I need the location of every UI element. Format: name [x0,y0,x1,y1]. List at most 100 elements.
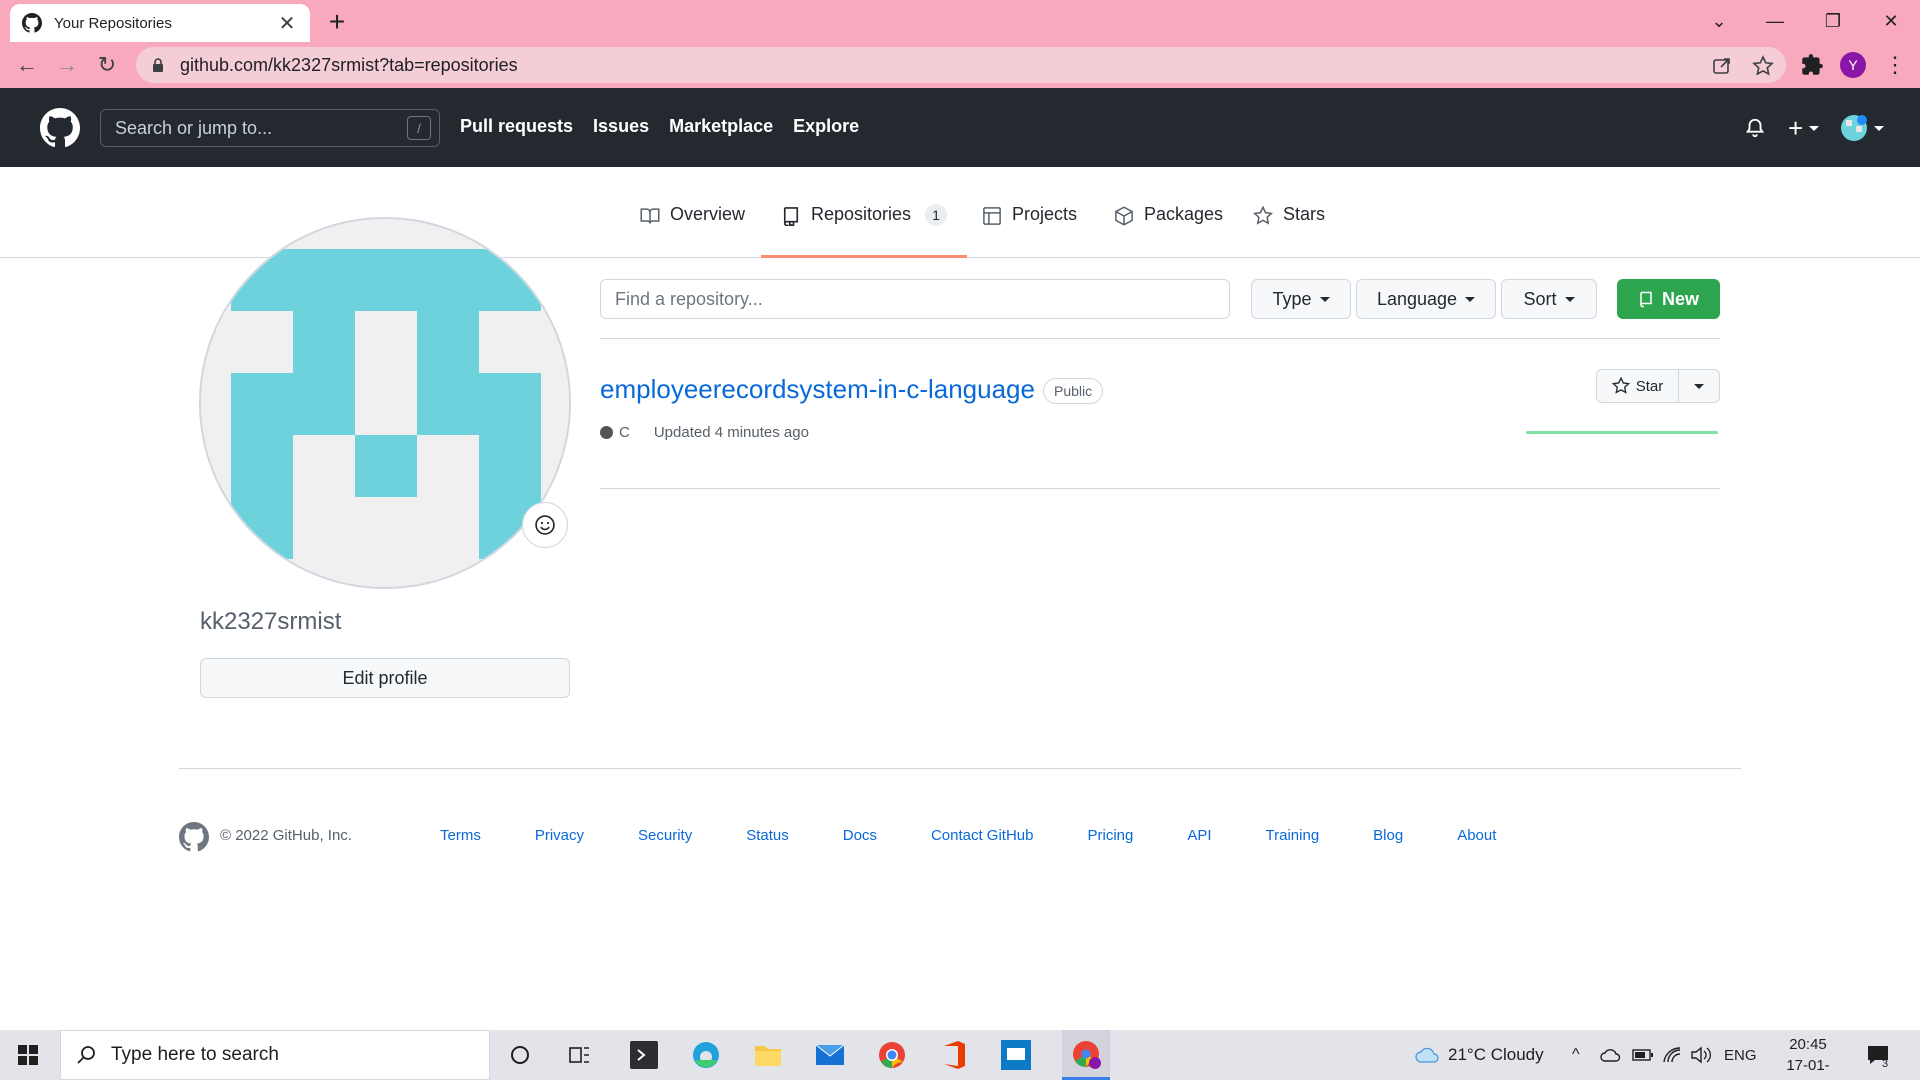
chrome-active-app-icon[interactable] [1062,1030,1110,1080]
type-filter-dropdown[interactable]: Type [1251,279,1351,319]
footer-link-training[interactable]: Training [1266,827,1320,844]
search-placeholder: Search or jump to... [115,117,273,138]
footer-link-privacy[interactable]: Privacy [535,827,584,844]
nav-explore[interactable]: Explore [793,116,859,137]
extensions-icon[interactable] [1799,52,1825,78]
edge-browser-icon[interactable] [690,1039,722,1071]
github-search-input[interactable]: Search or jump to... / [100,109,440,147]
close-window-button[interactable]: ✕ [1862,0,1920,42]
new-tab-button[interactable]: + [322,6,352,38]
forward-icon[interactable]: → [52,50,82,80]
profile-avatar[interactable] [199,217,571,589]
find-repository-input[interactable]: Find a repository... [600,279,1230,319]
share-icon[interactable] [1711,55,1733,77]
profile-username: kk2327srmist [200,608,342,635]
footer-link-status[interactable]: Status [746,827,789,844]
tab-title: Your Repositories [54,14,172,32]
star-button[interactable]: Star [1597,370,1679,402]
reload-icon[interactable]: ↻ [92,50,122,80]
onedrive-icon[interactable] [1600,1030,1622,1080]
close-tab-icon[interactable]: ✕ [276,11,298,36]
footer-link-security[interactable]: Security [638,827,692,844]
minimize-button[interactable]: — [1746,0,1804,42]
file-explorer-icon[interactable] [752,1039,784,1071]
wifi-icon[interactable] [1662,1030,1682,1080]
chrome-app-icon[interactable] [876,1039,908,1071]
nav-pull-requests[interactable]: Pull requests [460,116,573,137]
profile-avatar-button[interactable]: Y [1840,52,1866,78]
tab-search-icon[interactable]: ⌄ [1690,0,1748,42]
nav-marketplace[interactable]: Marketplace [669,116,773,137]
chevron-down-icon [1809,125,1820,131]
set-status-button[interactable] [522,502,568,548]
battery-icon[interactable] [1632,1030,1654,1080]
notifications-icon[interactable]: 3 [1866,1030,1890,1080]
footer-link-pricing[interactable]: Pricing [1087,827,1133,844]
plus-icon: + [1788,112,1804,143]
footer-link-about[interactable]: About [1457,827,1496,844]
book-icon [640,208,660,224]
notifications-bell-icon[interactable] [1744,114,1766,142]
user-menu-dropdown[interactable] [1840,114,1884,142]
footer-link-blog[interactable]: Blog [1373,827,1403,844]
windows-start-icon[interactable] [18,1045,38,1065]
github-logo-icon[interactable] [40,108,80,148]
browser-toolbar: ← → ↻ github.com/kk2327srmist?tab=reposi… [0,42,1920,88]
language-color-dot [600,426,613,439]
taskbar-search-input[interactable]: Type here to search [60,1030,490,1080]
mail-app-icon[interactable] [814,1039,846,1071]
github-footer-logo-icon[interactable] [179,822,209,852]
tab-stars[interactable]: Stars [1253,204,1325,258]
repo-link[interactable]: employeerecordsystem-in-c-language [600,374,1035,405]
task-view-icon[interactable] [564,1039,596,1071]
footer-link-terms[interactable]: Terms [440,827,481,844]
search-shortcut-key: / [407,116,431,140]
star-icon [1611,377,1630,394]
smiley-icon [535,515,555,535]
volume-icon[interactable] [1690,1030,1712,1080]
edit-profile-button[interactable]: Edit profile [200,658,570,698]
tab-projects[interactable]: Projects [982,204,1077,258]
tab-packages[interactable]: Packages [1114,204,1223,258]
show-hidden-icons-chevron-icon[interactable]: ^ [1572,1030,1580,1080]
footer-copyright: © 2022 GitHub, Inc. [220,827,352,844]
tab-label: Stars [1283,204,1326,224]
terminal-app-icon[interactable] [628,1039,660,1071]
footer-link-contact[interactable]: Contact GitHub [931,827,1034,844]
office-app-icon[interactable] [938,1039,970,1071]
url-text: github.com/kk2327srmist?tab=repositories [180,54,518,75]
footer-link-docs[interactable]: Docs [843,827,877,844]
sort-dropdown[interactable]: Sort [1501,279,1597,319]
cortana-icon[interactable] [504,1039,536,1071]
browser-tab[interactable]: Your Repositories ✕ [10,4,310,42]
browser-tabstrip: Your Repositories ✕ + ⌄ — ❐ ✕ [0,0,1920,42]
footer-divider [179,768,1741,769]
weather-widget[interactable]: 21°C Cloudy [1414,1030,1544,1080]
restore-button[interactable]: ❐ [1804,0,1862,42]
tab-label: Overview [670,204,746,224]
new-button-label: New [1661,288,1699,309]
bookmark-star-icon[interactable] [1752,55,1774,77]
windows-taskbar: Type here to search 21°C Cloudy ^ ENG 20… [0,1030,1920,1080]
star-list-dropdown[interactable] [1679,370,1719,402]
input-language-indicator[interactable]: ENG [1724,1030,1757,1080]
footer-link-api[interactable]: API [1187,827,1211,844]
address-bar[interactable]: github.com/kk2327srmist?tab=repositories [136,47,1786,83]
sort-label: Sort [1523,288,1557,309]
new-repository-button[interactable]: New [1617,279,1720,319]
repo-meta: C Updated 4 minutes ago [600,424,809,441]
remote-desktop-app-icon[interactable] [1000,1039,1032,1071]
chevron-down-icon [1694,383,1704,389]
create-new-dropdown[interactable]: + [1788,112,1820,143]
back-icon[interactable]: ← [12,50,42,80]
system-clock[interactable]: 20:45 17-01-2022 [1770,1034,1846,1080]
weather-text: 21°C Cloudy [1448,1045,1544,1064]
browser-menu-icon[interactable]: ⋮ [1882,52,1908,78]
divider [600,338,1720,339]
user-avatar-icon [1841,115,1867,141]
language-filter-dropdown[interactable]: Language [1356,279,1496,319]
tab-overview[interactable]: Overview [640,204,745,258]
star-label: Star [1635,377,1664,395]
nav-issues[interactable]: Issues [593,116,649,137]
tab-repositories[interactable]: Repositories 1 [761,204,968,258]
